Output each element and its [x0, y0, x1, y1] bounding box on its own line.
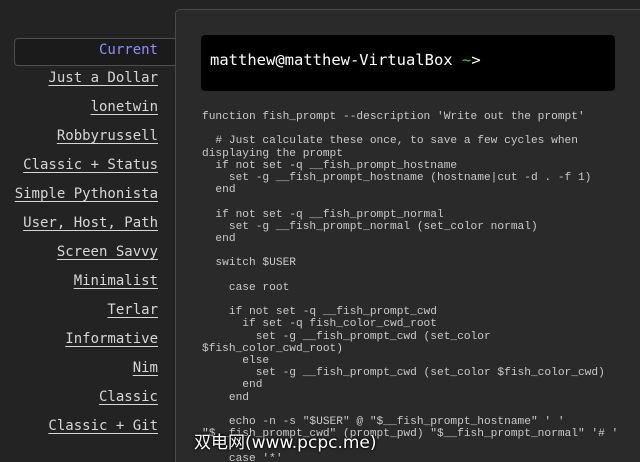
code-line: set -g __fish_prompt_hostname (hostname|… [202, 172, 592, 185]
prompt-cwd: ~ [452, 51, 472, 69]
sidebar-item-screen-savvy[interactable]: Screen Savvy [57, 244, 158, 266]
code-line: set -g __fish_prompt_cwd (set_color $fis… [202, 367, 605, 380]
code-line: end [202, 184, 236, 197]
sidebar-item-classic[interactable]: Classic [99, 389, 158, 411]
code-line: set -g __fish_prompt_cwd (set_color [202, 330, 491, 343]
prompt-symbol: > [471, 51, 481, 69]
sidebar-item-terlar[interactable]: Terlar [107, 302, 158, 324]
code-line: # Just calculate these once, to save a f… [202, 135, 578, 148]
code-line: end [202, 233, 236, 246]
prompt-user-host: matthew@matthew-VirtualBox [210, 51, 453, 69]
sidebar-item-classic-git[interactable]: Classic + Git [48, 418, 158, 440]
sidebar-item-user-host-path[interactable]: User, Host, Path [23, 215, 158, 237]
prompt-preview-panel: matthew@matthew-VirtualBox ~> function f… [175, 9, 640, 462]
sidebar-item-robbyrussell[interactable]: Robbyrussell [57, 128, 158, 150]
code-line: echo -n -s "$USER" @ "$__fish_prompt_hos… [202, 416, 565, 429]
code-line: if not set -q __fish_prompt_cwd [202, 306, 437, 319]
code-line: switch $USER [202, 257, 296, 270]
prompt-preview: matthew@matthew-VirtualBox ~> [201, 35, 615, 91]
sidebar-item-simple-pythonista[interactable]: Simple Pythonista [15, 186, 158, 208]
code-line: if not set -q __fish_prompt_normal [202, 208, 444, 221]
sidebar-item-lonetwin[interactable]: lonetwin [91, 99, 158, 121]
code-line: function fish_prompt --description 'Writ… [202, 111, 585, 123]
prompt-function-code: function fish_prompt --description 'Writ… [202, 111, 622, 462]
code-line: end [202, 379, 263, 392]
code-line: set -g __fish_prompt_normal (set_color n… [202, 220, 538, 233]
code-line: end [202, 391, 249, 404]
code-line: displaying the prompt [202, 147, 343, 160]
sidebar-item-current[interactable]: Current [14, 38, 180, 66]
code-line: $fish_color_cwd_root) [202, 342, 343, 355]
sidebar-item-minimalist[interactable]: Minimalist [74, 273, 158, 295]
sidebar-item-informative[interactable]: Informative [65, 331, 158, 353]
code-line: if not set -q __fish_prompt_hostname [202, 159, 458, 172]
code-line: else [202, 355, 270, 368]
sidebar-item-nim[interactable]: Nim [133, 360, 158, 382]
sidebar-item-classic-status[interactable]: Classic + Status [23, 157, 158, 179]
code-line: if set -q fish_color_cwd_root [202, 318, 437, 331]
code-line: case root [202, 281, 290, 294]
sidebar-item-just-a-dollar[interactable]: Just a Dollar [48, 70, 158, 92]
site-watermark: 双电网(www.pcpc.me) [194, 433, 377, 453]
prompt-theme-sidebar: Current Just a Dollar lonetwin Robbyruss… [0, 0, 180, 462]
code-line: case '*' [202, 452, 283, 462]
